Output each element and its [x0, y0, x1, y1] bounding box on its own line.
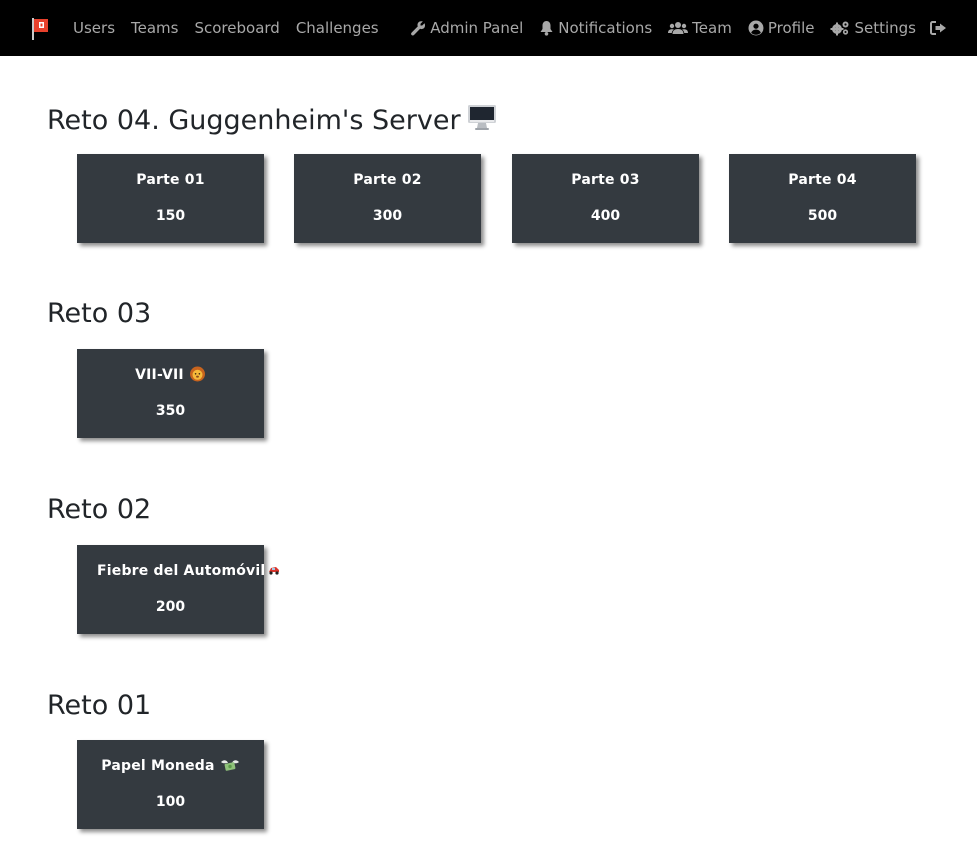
lion-face-icon — [189, 366, 205, 381]
challenge-name: Parte 04 — [788, 172, 857, 188]
nav-link-challenges[interactable]: Challenges — [296, 19, 379, 37]
challenge-value: 300 — [372, 208, 403, 224]
challenge-card-papel-moneda[interactable]: Papel Moneda 100 — [77, 740, 264, 829]
desktop-computer-icon — [467, 103, 497, 138]
category-title-reto-02: Reto 02 — [47, 494, 151, 525]
nav-right-links: Admin Panel Notifications Team Profile S… — [394, 0, 951, 56]
challenge-value: 400 — [590, 208, 621, 224]
challenge-card-fiebre-del-automovil[interactable]: Fiebre del Automóvil 200 — [77, 545, 280, 634]
nav-link-teams[interactable]: Teams — [131, 19, 178, 37]
challenge-name: Parte 01 — [136, 172, 205, 188]
sign-out-icon — [930, 21, 946, 35]
cogs-icon — [830, 21, 849, 36]
challenge-name-text: VII-VII — [135, 367, 184, 383]
nav-link-users[interactable]: Users — [73, 19, 115, 37]
team-label: Team — [692, 19, 732, 37]
users-icon — [668, 22, 689, 34]
category-title-reto-03: Reto 03 — [47, 298, 151, 329]
nav-settings[interactable]: Settings — [830, 19, 916, 37]
top-navbar: Users Teams Scoreboard Challenges Admin … — [0, 0, 977, 56]
nav-admin-panel[interactable]: Admin Panel — [410, 19, 523, 37]
category-title-text: Reto 01 — [47, 690, 152, 721]
challenge-name-text: Papel Moneda — [101, 758, 215, 774]
category-title-text: Reto 03 — [47, 298, 152, 329]
challenge-value: 150 — [155, 208, 186, 224]
admin-panel-label: Admin Panel — [430, 19, 524, 37]
nav-team[interactable]: Team — [668, 19, 732, 37]
challenge-name: Parte 03 — [571, 172, 640, 188]
challenge-value: 500 — [807, 208, 838, 224]
challenge-card-parte-03[interactable]: Parte 03 400 — [512, 154, 699, 243]
money-with-wings-icon — [220, 759, 239, 771]
challenge-value: 200 — [155, 599, 186, 615]
nav-profile[interactable]: Profile — [748, 19, 815, 37]
challenge-card-parte-02[interactable]: Parte 02 300 — [294, 154, 481, 243]
category-title-text: Reto 04. Guggenheim's Server — [47, 105, 461, 136]
challenge-name: VII-VII — [77, 366, 264, 383]
challenge-name: Parte 02 — [353, 172, 422, 188]
challenge-name-text: Fiebre del Automóvil — [97, 563, 266, 579]
challenge-value: 100 — [155, 794, 186, 810]
flag-icon[interactable] — [30, 16, 52, 42]
race-car-icon — [269, 567, 280, 575]
challenge-value: 350 — [155, 403, 186, 419]
category-title-reto-01: Reto 01 — [47, 690, 151, 721]
profile-label: Profile — [767, 19, 815, 37]
challenge-card-vii-vii[interactable]: VII-VII 350 — [77, 349, 264, 438]
category-title-text: Reto 02 — [47, 494, 152, 525]
wrench-icon — [411, 21, 426, 36]
nav-link-scoreboard[interactable]: Scoreboard — [194, 19, 279, 37]
settings-label: Settings — [854, 19, 916, 37]
challenge-card-parte-04[interactable]: Parte 04 500 — [729, 154, 916, 243]
category-title-reto-04: Reto 04. Guggenheim's Server — [47, 103, 497, 138]
nav-logout[interactable] — [930, 20, 951, 36]
nav-left-links: Users Teams Scoreboard Challenges — [73, 0, 395, 56]
nav-notifications[interactable]: Notifications — [539, 19, 652, 37]
bell-icon — [540, 21, 553, 36]
notifications-label: Notifications — [558, 19, 653, 37]
challenge-name: Papel Moneda — [77, 758, 264, 774]
challenge-name: Fiebre del Automóvil — [97, 563, 280, 579]
challenge-card-parte-01[interactable]: Parte 01 150 — [77, 154, 264, 243]
user-circle-icon — [748, 20, 764, 36]
